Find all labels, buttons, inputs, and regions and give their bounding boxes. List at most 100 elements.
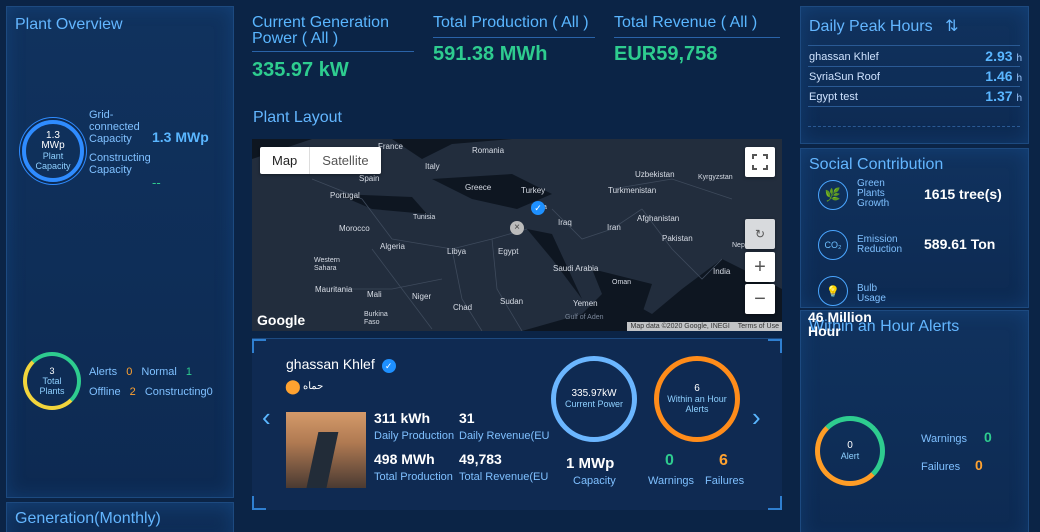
sort-icon[interactable]: ⇅ (945, 18, 958, 35)
failures-card-value: 6 (719, 452, 728, 469)
current-power-value: 335.97 kW (252, 59, 349, 81)
peak-row-name: SyriaSun Roof (809, 71, 880, 83)
grid-connected-label: Grid-connected Capacity (89, 109, 140, 145)
current-power-ring-value: 335.97kW (571, 388, 617, 399)
stat-divider (433, 37, 595, 38)
capacity-card-label: Capacity (573, 475, 616, 487)
co2-value: 589.61 Ton (924, 236, 996, 252)
alert-failures-value: 0 (975, 457, 983, 473)
capacity-card-value: 1 MWp (566, 455, 615, 472)
peak-row-value: 2.93 h (985, 48, 1022, 64)
google-logo: Google (257, 312, 306, 328)
selected-plant-marker-icon[interactable]: ✓ (531, 201, 545, 215)
row-divider (808, 106, 1020, 107)
trees-label: Green Plants Growth (857, 178, 890, 209)
social-contribution-title: Social Contribution (809, 156, 944, 173)
total-plants-ring: 3 Total Plants (23, 352, 81, 410)
alert-ring-value: 0 (847, 440, 853, 451)
offline-plant-marker-icon[interactable]: × (510, 221, 524, 235)
grid-connected-value: 1.3 MWp (152, 129, 209, 145)
card-corner (252, 339, 266, 353)
total-revenue-card-label: Total Revenue(EU (459, 471, 549, 483)
plant-layout-title: Plant Layout (253, 109, 342, 126)
alert-ring: 0 Alert (815, 416, 885, 486)
plant-overview-title: Plant Overview (15, 16, 123, 33)
tree-icon: 🌿 (818, 180, 848, 210)
daily-revenue-value: 31 (459, 410, 475, 426)
total-plants-value: 3 (49, 366, 55, 376)
daily-production-label: Daily Production (374, 430, 455, 442)
refresh-icon[interactable]: ↻ (745, 219, 775, 249)
plant-overview-panel: Plant Overview 1.3 MWp Plant Capacity Gr… (6, 6, 234, 498)
generation-monthly-panel: Generation(Monthly) (6, 502, 234, 532)
map-attribution: Map data ©2020 Google, INEGI Terms of Us… (627, 322, 782, 331)
total-revenue-value: EUR59,758 (614, 43, 718, 65)
row-divider (808, 66, 1020, 67)
hour-alerts-ring-value: 6 (694, 383, 700, 394)
current-power-ring: 335.97kW Current Power (551, 356, 637, 442)
row-divider (808, 86, 1020, 87)
terms-link[interactable]: Terms of Use (738, 323, 779, 330)
map-type-switch: Map Satellite (260, 147, 381, 174)
map-button[interactable]: Map (260, 147, 309, 174)
card-corner (768, 339, 782, 353)
current-power-label: Current Generation Power ( All ) (252, 14, 389, 47)
card-corner (768, 496, 782, 510)
card-corner (252, 496, 266, 510)
peak-row-value: 1.46 h (985, 68, 1022, 84)
plant-name: ghassan Khlef ✓ (286, 356, 396, 373)
verified-icon: ✓ (381, 359, 396, 373)
bulb-label: Bulb Usage (857, 283, 886, 304)
zoom-out-button[interactable]: − (745, 284, 775, 314)
constructing-value: -- (152, 175, 161, 190)
alert-warnings-value: 0 (984, 429, 992, 445)
warnings-card-label: Warnings (648, 475, 695, 487)
daily-revenue-label: Daily Revenue(EU (459, 430, 550, 442)
stat-divider (252, 51, 414, 52)
total-production-label: Total Production ( All ) (433, 14, 589, 31)
satellite-button[interactable]: Satellite (309, 147, 380, 174)
constructing-label: Constructing Capacity (89, 152, 151, 176)
hour-alerts-ring: 6 Within an Hour Alerts (654, 356, 740, 442)
row-divider (808, 126, 1020, 127)
next-plant-arrow-icon[interactable]: › (752, 402, 761, 433)
stat-divider (614, 37, 780, 38)
current-power-ring-label: Current Power (564, 399, 624, 409)
total-production-card-value: 498 MWh (374, 451, 435, 467)
total-revenue-card-value: 49,783 (459, 451, 502, 467)
total-production-card-label: Total Production (374, 471, 453, 483)
failures-card-label: Failures (705, 475, 745, 487)
warnings-card-value: 0 (665, 452, 674, 469)
alerts-status: Alerts 0 Normal 1 (89, 366, 193, 378)
offline-status: Offline 2 Constructing0 (89, 386, 213, 398)
total-plants-label: Total Plants (39, 376, 65, 396)
total-revenue-label: Total Revenue ( All ) (614, 14, 758, 31)
bulb-icon: 💡 (818, 276, 848, 306)
peak-row-value: 1.37 h (985, 88, 1022, 104)
peak-row-name: Egypt test (809, 91, 858, 103)
prev-plant-arrow-icon[interactable]: ‹ (262, 402, 271, 433)
location-pin-icon: ⬤ (285, 378, 301, 394)
generation-monthly-title: Generation(Monthly) (15, 510, 161, 527)
alert-failures-label: Failures (921, 461, 961, 473)
alert-ring-label: Alert (840, 451, 860, 461)
co2-label: Emission Reduction (857, 234, 903, 255)
daily-production-value: 311 kWh (374, 410, 431, 426)
bulb-value: 46 Million Hour (808, 309, 872, 339)
row-divider (808, 45, 1020, 46)
plant-photo (286, 412, 366, 488)
hour-alerts-ring-label: Within an Hour Alerts (667, 394, 727, 414)
capacity-ring-unit: MWp (41, 140, 65, 151)
capacity-ring-label: Plant Capacity (35, 151, 71, 171)
plant-map[interactable]: France Romania Uzbekistan Kyrgyzstan Spa… (252, 139, 782, 331)
alert-warnings-label: Warnings (921, 433, 968, 445)
fullscreen-icon[interactable] (745, 147, 775, 177)
daily-peak-hours-title: Daily Peak Hours ⇅ (809, 18, 959, 35)
plant-capacity-ring: 1.3 MWp Plant Capacity (22, 120, 84, 182)
co2-icon: CO₂ (818, 230, 848, 260)
plant-location: حماه (303, 381, 324, 392)
peak-row-name: ghassan Khlef (809, 51, 879, 63)
zoom-in-button[interactable]: + (745, 252, 775, 282)
total-production-value: 591.38 MWh (433, 43, 548, 65)
trees-value: 1615 tree(s) (924, 186, 1002, 202)
